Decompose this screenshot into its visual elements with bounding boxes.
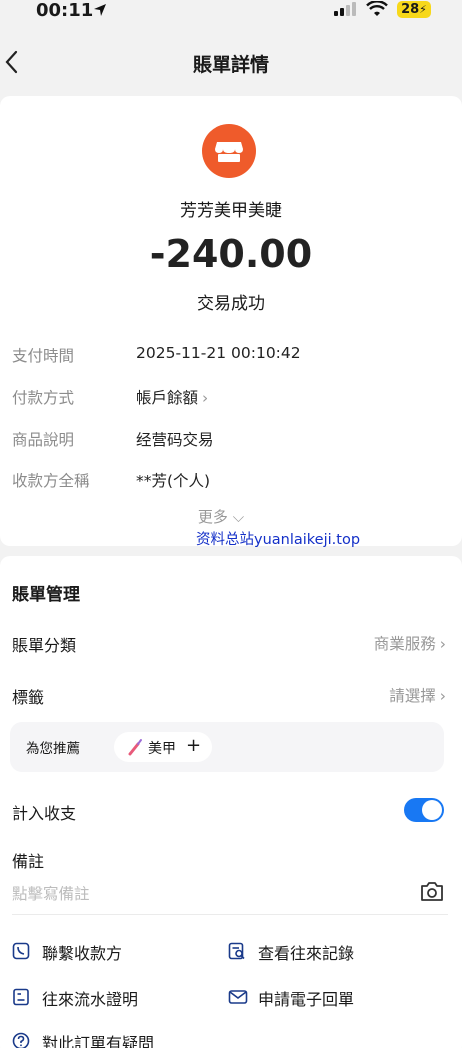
action-label: 往來流水證明 xyxy=(42,990,139,1009)
envelope-icon xyxy=(228,990,248,1004)
action-label: 對此訂單有疑問 xyxy=(42,1034,155,1048)
battery-icon: 28⚡ xyxy=(397,1,431,18)
detail-row-payment-method[interactable]: 付款方式 帳戶餘額 › xyxy=(12,386,452,410)
detail-value: **芳(个人) xyxy=(136,472,211,490)
detail-row-pay-time: 支付時間 2025-11-21 00:10:42 xyxy=(12,344,452,368)
detail-value: 经营码交易 xyxy=(136,431,214,449)
order-question-button[interactable]: 對此訂單有疑問 xyxy=(12,1030,212,1048)
tag-label: 標籤 xyxy=(12,688,45,707)
detail-value: 帳戶餘額 xyxy=(136,389,199,407)
status-time: 00:11 xyxy=(36,0,94,21)
count-label: 計入收支 xyxy=(12,804,77,823)
action-label: 查看往來記錄 xyxy=(258,944,355,963)
recommend-tag-chip[interactable]: 美甲 + xyxy=(114,732,212,762)
note-input[interactable]: 點擊寫備註 xyxy=(12,882,90,904)
detail-row-payee: 收款方全稱 **芳(个人) xyxy=(12,469,452,493)
merchant-store-icon xyxy=(202,124,256,178)
recommend-bar: 為您推薦 美甲 + xyxy=(10,722,444,772)
record-search-icon xyxy=(228,942,245,960)
divider xyxy=(12,914,448,915)
transaction-amount: -240.00 xyxy=(149,232,313,276)
recommend-label: 為您推薦 xyxy=(26,741,80,757)
contact-payee-button[interactable]: 聯繫收款方 xyxy=(12,940,212,964)
chevron-right-icon: › xyxy=(439,635,446,653)
action-label: 聯繫收款方 xyxy=(42,944,123,963)
wifi-icon xyxy=(366,1,388,16)
transaction-status: 交易成功 xyxy=(197,294,265,314)
bill-management-card: 賬單管理 賬單分類 商業服務 › 標籤 請選擇 › 為您推薦 美甲 + 計入收支 備… xyxy=(0,556,462,1048)
watermark-text: 资料总站yuanlaikeji.top xyxy=(196,532,361,548)
navigation-bar: 賬單詳情 xyxy=(0,28,462,96)
flow-proof-button[interactable]: 往來流水證明 xyxy=(12,986,212,1010)
toggle-knob xyxy=(422,800,442,820)
cellular-signal-icon xyxy=(334,2,356,16)
page-title: 賬單詳情 xyxy=(192,54,269,76)
count-in-budget-toggle[interactable] xyxy=(404,798,444,822)
chevron-right-icon: › xyxy=(202,389,209,407)
action-label: 申請電子回單 xyxy=(258,990,355,1009)
merchant-name: 芳芳美甲美睫 xyxy=(180,201,282,221)
detail-value: 2025-11-21 00:10:42 xyxy=(136,344,301,362)
detail-label: 支付時間 xyxy=(12,347,75,365)
bill-summary-card: 芳芳美甲美睫 -240.00 交易成功 支付時間 2025-11-21 00:1… xyxy=(0,96,462,548)
add-icon: + xyxy=(186,735,202,756)
detail-label: 商品說明 xyxy=(12,431,75,449)
battery-level: 28 xyxy=(401,2,420,17)
chevron-down-icon: ⌵ xyxy=(232,508,245,526)
document-icon xyxy=(13,988,29,1006)
detail-label: 付款方式 xyxy=(12,389,75,407)
phone-icon xyxy=(12,942,30,960)
count-in-budget-row: 計入收支 xyxy=(12,800,452,824)
question-icon xyxy=(12,1032,30,1048)
more-label: 更多 xyxy=(197,508,228,526)
nail-polish-icon xyxy=(128,739,142,756)
category-label: 賬單分類 xyxy=(12,636,77,655)
status-bar: 00:11 28⚡ xyxy=(0,0,462,28)
more-button[interactable]: 更多 ⌵ xyxy=(0,506,462,527)
note-row: 備註 xyxy=(12,848,452,872)
chevron-right-icon: › xyxy=(439,687,446,705)
tag-value: 請選擇 xyxy=(389,687,436,705)
detail-label: 收款方全稱 xyxy=(12,472,90,490)
recommend-chip-label: 美甲 xyxy=(148,741,176,757)
section-title: 賬單管理 xyxy=(12,585,80,605)
note-label: 備註 xyxy=(12,852,45,871)
camera-icon[interactable] xyxy=(420,880,444,902)
detail-row-product-desc: 商品說明 经营码交易 xyxy=(12,428,452,452)
category-value: 商業服務 xyxy=(373,635,436,653)
e-receipt-button[interactable]: 申請電子回單 xyxy=(228,986,428,1010)
tag-row[interactable]: 標籤 請選擇 › xyxy=(12,684,452,708)
location-arrow-icon xyxy=(94,4,106,16)
bill-category-row[interactable]: 賬單分類 商業服務 › xyxy=(12,632,452,656)
view-records-button[interactable]: 查看往來記錄 xyxy=(228,940,428,964)
